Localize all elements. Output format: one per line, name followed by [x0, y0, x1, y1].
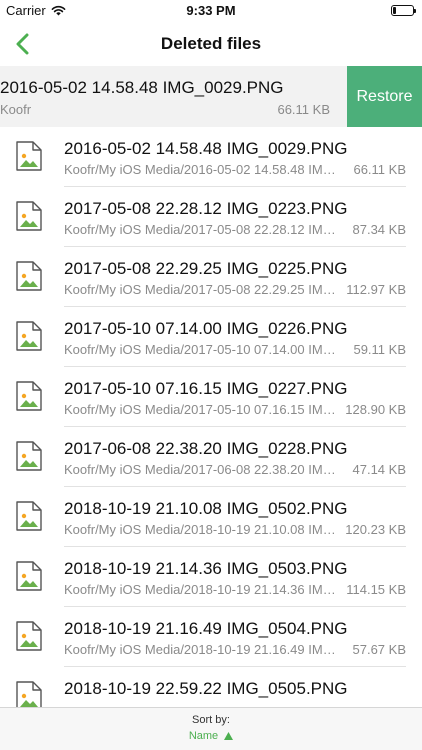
file-path: Koofr/My iOS Media/2016-05-02 14.58.48 I…	[64, 162, 340, 177]
file-size: 128.90 KB	[345, 402, 406, 417]
sort-bar: Sort by: Name	[0, 707, 422, 750]
page-title: Deleted files	[160, 34, 262, 53]
file-row[interactable]: 2017-06-08 22.38.20 IMG_0228.PNG Koofr/M…	[0, 427, 422, 487]
file-size: 47.14 KB	[352, 462, 407, 477]
file-path: Koofr/My iOS Media/2017-06-08 22.38.20 I…	[64, 462, 340, 477]
file-name: 2017-05-10 07.14.00 IMG_0226.PNG	[64, 319, 348, 338]
file-name: 2016-05-02 14.58.48 IMG_0029.PNG	[64, 139, 348, 158]
image-file-icon	[16, 561, 42, 591]
restore-button[interactable]: Restore	[347, 66, 422, 127]
file-size: 87.34 KB	[352, 222, 407, 237]
swiped-file-path: Koofr	[0, 102, 32, 117]
file-name: 2017-05-08 22.29.25 IMG_0225.PNG	[64, 259, 348, 278]
file-row[interactable]: 2018-10-19 21.16.49 IMG_0504.PNG Koofr/M…	[0, 607, 422, 667]
sort-label: Sort by:	[192, 714, 230, 726]
status-bar: Carrier 9:33 PM	[0, 0, 422, 22]
file-path: Koofr/My iOS Media/2018-10-19 21.16.49 I…	[64, 642, 340, 657]
image-file-icon	[16, 501, 42, 531]
file-name: 2018-10-19 21.14.36 IMG_0503.PNG	[64, 559, 348, 578]
nav-bar: Deleted files	[0, 22, 422, 66]
file-path: Koofr/My iOS Media/2018-10-19 21.14.36 I…	[64, 582, 340, 597]
file-row[interactable]: 2017-05-10 07.14.00 IMG_0226.PNG Koofr/M…	[0, 307, 422, 367]
image-file-icon	[16, 441, 42, 471]
battery-icon	[391, 5, 416, 16]
file-row[interactable]: 2018-10-19 21.14.36 IMG_0503.PNG Koofr/M…	[0, 547, 422, 607]
sort-value: Name	[188, 730, 219, 742]
image-file-icon	[16, 261, 42, 291]
file-path: Koofr/My iOS Media/2017-05-10 07.16.15 I…	[64, 402, 340, 417]
file-row[interactable]: 2017-05-08 22.28.12 IMG_0223.PNG Koofr/M…	[0, 187, 422, 247]
file-name: 2017-06-08 22.38.20 IMG_0228.PNG	[64, 439, 348, 458]
file-list: 2016-05-02 14.58.48 IMG_0029.PNG Koofr/M…	[0, 127, 422, 707]
swiped-file-size: 66.11 KB	[277, 102, 330, 117]
file-size: 120.23 KB	[345, 522, 406, 537]
file-name: 2018-10-19 22.59.22 IMG_0505.PNG	[64, 679, 348, 698]
file-name: 2017-05-10 07.16.15 IMG_0227.PNG	[64, 379, 348, 398]
image-file-icon	[16, 681, 42, 707]
image-file-icon	[16, 321, 42, 351]
file-row[interactable]: 2017-05-08 22.29.25 IMG_0225.PNG Koofr/M…	[0, 247, 422, 307]
file-size: 57.67 KB	[352, 642, 407, 657]
battery-fill	[393, 7, 396, 14]
file-row[interactable]: 2018-10-19 21.10.08 IMG_0502.PNG Koofr/M…	[0, 487, 422, 547]
file-row[interactable]: 2018-10-19 22.59.22 IMG_0505.PNG	[0, 667, 422, 707]
image-file-icon	[16, 201, 42, 231]
swiped-file-row[interactable]: 2016-05-02 14.58.48 IMG_0029.PNG Koofr 6…	[0, 66, 422, 127]
file-name: 2017-05-08 22.28.12 IMG_0223.PNG	[64, 199, 348, 218]
file-path: Koofr/My iOS Media/2017-05-10 07.14.00 I…	[64, 342, 340, 357]
file-path: Koofr/My iOS Media/2018-10-19 21.10.08 I…	[64, 522, 340, 537]
image-file-icon	[16, 621, 42, 651]
file-path: Koofr/My iOS Media/2017-05-08 22.28.12 I…	[64, 222, 340, 237]
file-name: 2018-10-19 21.16.49 IMG_0504.PNG	[64, 619, 348, 638]
file-size: 59.11 KB	[353, 342, 406, 357]
sort-toggle[interactable]: Name	[0, 730, 422, 742]
status-time: 9:33 PM	[186, 3, 236, 18]
file-size: 114.15 KB	[346, 582, 406, 597]
image-file-icon	[16, 381, 42, 411]
file-row[interactable]: 2017-05-10 07.16.15 IMG_0227.PNG Koofr/M…	[0, 367, 422, 427]
file-size: 66.11 KB	[353, 162, 406, 177]
swiped-file-name: 2016-05-02 14.58.48 IMG_0029.PNG	[0, 78, 284, 97]
file-path: Koofr/My iOS Media/2017-05-08 22.29.25 I…	[64, 282, 340, 297]
file-name: 2018-10-19 21.10.08 IMG_0502.PNG	[64, 499, 348, 518]
triangle-up-icon	[224, 732, 234, 740]
swiped-row-content[interactable]: 2016-05-02 14.58.48 IMG_0029.PNG Koofr 6…	[0, 66, 347, 127]
file-size: 112.97 KB	[346, 282, 406, 297]
file-row[interactable]: 2016-05-02 14.58.48 IMG_0029.PNG Koofr/M…	[0, 127, 422, 187]
image-file-icon	[16, 141, 42, 171]
